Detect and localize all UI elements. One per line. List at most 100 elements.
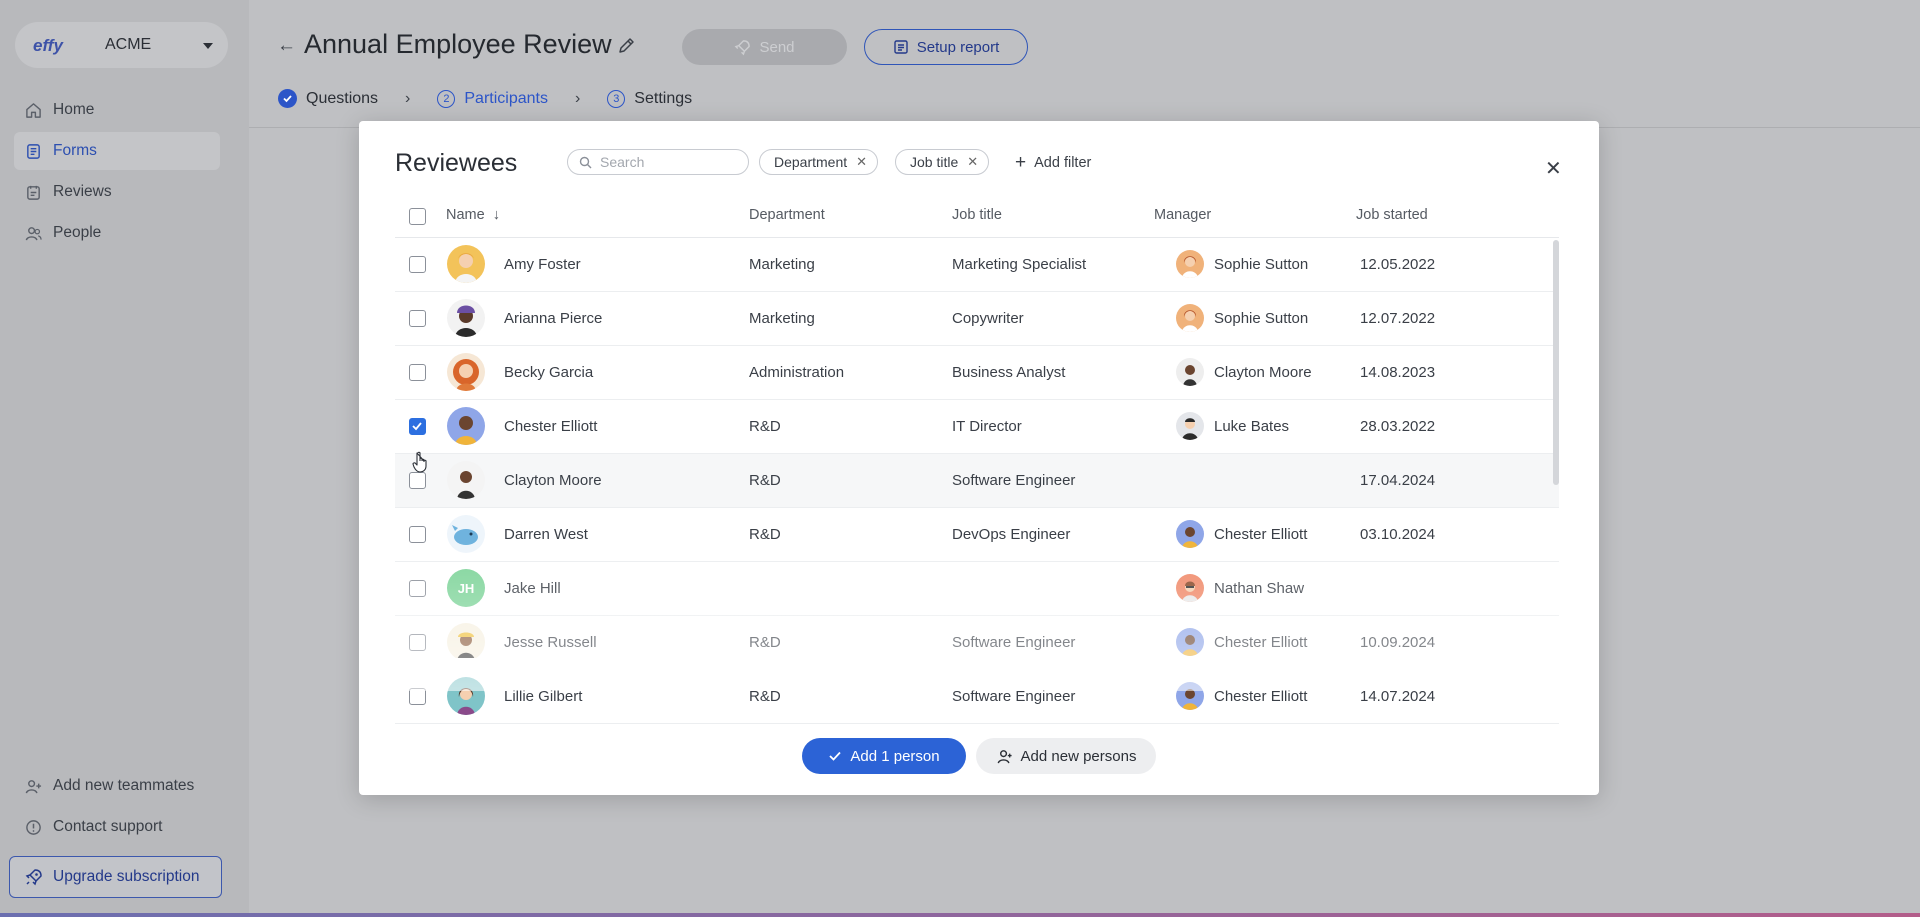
row-job-started: 12.07.2022 (1360, 310, 1436, 327)
row-manager: Sophie Sutton (1214, 310, 1309, 327)
row-checkbox[interactable] (409, 688, 426, 705)
rocket-icon (25, 869, 42, 886)
back-arrow-icon[interactable]: ← (277, 35, 296, 57)
row-job-title: Copywriter (952, 310, 1024, 327)
nav-item-reviews[interactable]: Reviews (14, 173, 220, 211)
column-header-name[interactable]: Name ↓ (446, 207, 500, 223)
filter-chip-department[interactable]: Department ✕ (759, 149, 879, 175)
org-name: ACME (105, 36, 152, 53)
filter-chip-job-title[interactable]: Job title ✕ (895, 149, 990, 175)
avatar-initials: JH (457, 580, 475, 596)
step-participants[interactable]: 2 Participants (437, 89, 548, 108)
sort-down-icon: ↓ (492, 207, 500, 223)
nav-item-forms[interactable]: Forms (14, 132, 220, 170)
row-job-title: Business Analyst (952, 364, 1066, 381)
table-row[interactable]: Darren West R&D DevOps Engineer Chester … (395, 508, 1559, 562)
close-icon[interactable]: ✕ (856, 154, 867, 170)
table-row[interactable]: JH Jake Hill Nathan Shaw (395, 562, 1559, 616)
add-new-persons-label: Add new persons (1020, 747, 1137, 765)
contact-support-link[interactable]: Contact support (14, 808, 220, 846)
select-all-checkbox[interactable] (409, 208, 426, 225)
row-name: Amy Foster (504, 256, 581, 273)
table-row[interactable]: Chester Elliott R&D IT Director Luke Bat… (395, 400, 1559, 454)
table-row[interactable]: Amy Foster Marketing Marketing Specialis… (395, 238, 1559, 292)
reviewees-table-body: Amy Foster Marketing Marketing Specialis… (395, 238, 1559, 658)
nav-item-label: People (53, 224, 102, 241)
manager-avatar (1176, 628, 1204, 656)
nav-item-people[interactable]: People (14, 214, 220, 252)
avatar (447, 623, 485, 658)
column-header-job-title[interactable]: Job title (952, 207, 1002, 223)
step-label: Participants (464, 89, 548, 107)
row-checkbox[interactable] (409, 364, 426, 381)
step-label: Questions (306, 89, 379, 107)
manager-avatar (1176, 250, 1204, 278)
check-icon (829, 751, 842, 761)
step-questions[interactable]: Questions (278, 89, 378, 108)
setup-report-button[interactable]: Setup report (864, 29, 1028, 65)
add-filter-button[interactable]: + Add filter (1015, 152, 1091, 174)
row-checkbox[interactable] (409, 310, 426, 327)
step-number: 3 (607, 89, 626, 108)
row-checkbox[interactable] (409, 580, 426, 597)
check-circle-icon (278, 89, 297, 108)
modal-title: Reviewees (395, 149, 518, 177)
org-logo: effy (33, 36, 63, 55)
row-checkbox-checked[interactable] (409, 418, 426, 435)
row-checkbox[interactable] (409, 634, 426, 651)
manager-avatar (1176, 412, 1204, 440)
manager-avatar (1176, 574, 1204, 602)
close-icon[interactable]: ✕ (1545, 156, 1562, 181)
row-checkbox[interactable] (409, 472, 426, 489)
row-job-title: Software Engineer (952, 472, 1076, 489)
row-manager: Chester Elliott (1214, 688, 1308, 705)
hand-cursor-icon (412, 451, 427, 473)
row-name: Chester Elliott (504, 418, 598, 435)
stepper: Questions › 2 Participants › 3 Settings (278, 89, 692, 108)
table-row[interactable]: Lillie Gilbert R&D Software Engineer Che… (395, 670, 1559, 724)
row-job-started: 28.03.2022 (1360, 418, 1436, 435)
column-header-department[interactable]: Department (749, 207, 825, 223)
table-row[interactable]: Clayton Moore R&D Software Engineer 17.0… (395, 454, 1559, 508)
chevron-right-icon: › (574, 89, 581, 107)
org-switcher[interactable]: effy ACME (15, 22, 228, 68)
add-person-label: Add 1 person (850, 747, 940, 765)
manager-avatar (1176, 304, 1204, 332)
row-manager: Clayton Moore (1214, 364, 1312, 381)
add-teammates-label: Add new teammates (53, 777, 195, 794)
manager-avatar (1176, 520, 1204, 548)
table-row[interactable]: Becky Garcia Administration Business Ana… (395, 346, 1559, 400)
nav-item-home[interactable]: Home (14, 91, 220, 129)
add-person-button[interactable]: Add 1 person (802, 738, 966, 774)
search-field[interactable] (567, 149, 749, 175)
column-header-manager[interactable]: Manager (1154, 207, 1211, 223)
table-row[interactable]: Jesse Russell R&D Software Engineer Ches… (395, 616, 1559, 658)
row-department: R&D (749, 472, 781, 489)
row-department: R&D (749, 418, 781, 435)
column-header-job-started[interactable]: Job started (1356, 207, 1428, 223)
row-name: Lillie Gilbert (504, 688, 583, 705)
send-button[interactable]: Send (682, 29, 847, 65)
row-manager: Luke Bates (1214, 418, 1290, 435)
row-job-started: 10.09.2024 (1360, 634, 1436, 651)
forms-icon (27, 143, 40, 159)
step-number: 2 (437, 89, 456, 108)
row-name: Jake Hill (504, 580, 561, 597)
add-new-persons-button[interactable]: Add new persons (976, 738, 1156, 774)
nav-item-label: Home (53, 101, 95, 118)
add-teammates-link[interactable]: Add new teammates (14, 767, 220, 805)
upgrade-subscription-button[interactable]: Upgrade subscription (9, 856, 222, 898)
avatar: JH (447, 569, 485, 607)
close-icon[interactable]: ✕ (967, 154, 978, 170)
table-row[interactable]: Arianna Pierce Marketing Copywriter Soph… (395, 292, 1559, 346)
people-icon (25, 226, 42, 240)
table-scrollbar[interactable] (1553, 240, 1559, 485)
row-checkbox[interactable] (409, 256, 426, 273)
pencil-icon[interactable] (617, 36, 636, 55)
sidebar-bottom-links: Add new teammates Contact support (14, 767, 220, 849)
step-settings[interactable]: 3 Settings (607, 89, 692, 108)
row-checkbox[interactable] (409, 526, 426, 543)
reviews-icon (27, 185, 40, 200)
search-input[interactable] (598, 153, 732, 171)
row-name: Becky Garcia (504, 364, 594, 381)
